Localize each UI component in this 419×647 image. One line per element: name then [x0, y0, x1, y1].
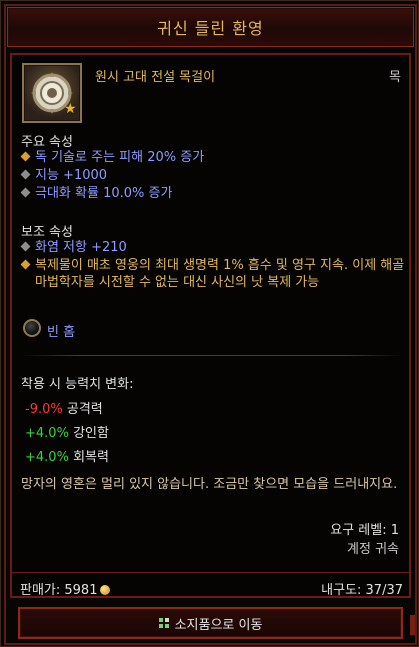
diamond-bullet-icon [20, 187, 31, 198]
secondary-attributes-title: 보조 속성 [21, 225, 73, 240]
legendary-power: 복제물이 매초 영웅의 최대 생명력 1% 흡수 및 영구 지속. 이제 해골 … [20, 257, 407, 291]
diamond-bullet-icon [20, 241, 31, 252]
empty-socket-icon [23, 319, 41, 337]
stat-change-row: -9.0% 공격력 [25, 402, 103, 417]
sell-price: 판매가: 5981 [20, 579, 111, 598]
move-to-inventory-label: 소지품으로 이동 [174, 617, 263, 633]
tooltip-footer: 판매가: 5981 내구도: 37/37 [10, 572, 411, 598]
item-type: 원시 고대 전설 목걸이 [95, 70, 216, 85]
move-to-inventory-button[interactable]: 소지품으로 이동 [18, 607, 403, 639]
stat-change-row: +4.0% 강인함 [25, 426, 109, 441]
primary-attributes-title: 주요 속성 [21, 135, 73, 150]
diamond-bullet-icon [20, 169, 31, 180]
required-level: 요구 레벨: 1 [330, 523, 399, 538]
item-tooltip: 귀신 들린 환영 ★ 원시 고대 전설 목걸이 목 주요 속성 독 기술로 주는… [0, 0, 419, 647]
stat-change-row: +4.0% 회복력 [25, 450, 109, 465]
gold-coin-icon [100, 585, 111, 595]
stat-changes-title: 착용 시 능력치 변화: [21, 377, 134, 392]
primary-attribute: 지능 +1000 [20, 167, 407, 184]
inventory-grid-icon [158, 618, 169, 628]
account-bound-label: 계정 귀속 [347, 542, 399, 557]
flavor-text: 망자의 영혼은 멀리 있지 않습니다. 조금만 찾으면 모습을 드러내지요. [21, 477, 398, 492]
primary-attribute: 독 기술로 주는 피해 20% 증가 [20, 149, 407, 166]
item-slot: 목 [389, 70, 401, 85]
tooltip-header: 귀신 들린 환영 [7, 7, 414, 47]
item-title: 귀신 들린 환영 [157, 19, 264, 38]
tooltip-body: ★ 원시 고대 전설 목걸이 목 주요 속성 독 기술로 주는 피해 20% 증… [10, 53, 411, 598]
star-icon: ★ [64, 101, 77, 117]
diamond-bullet-icon [20, 259, 31, 270]
socket-label: 빈 홈 [47, 325, 76, 340]
durability: 내구도: 37/37 [321, 583, 403, 598]
secondary-attribute: 화염 저항 +210 [20, 239, 407, 256]
diamond-bullet-icon [20, 151, 31, 162]
primary-attribute: 극대화 확률 10.0% 증가 [20, 185, 407, 202]
side-tab [410, 615, 415, 635]
divider [21, 355, 403, 356]
